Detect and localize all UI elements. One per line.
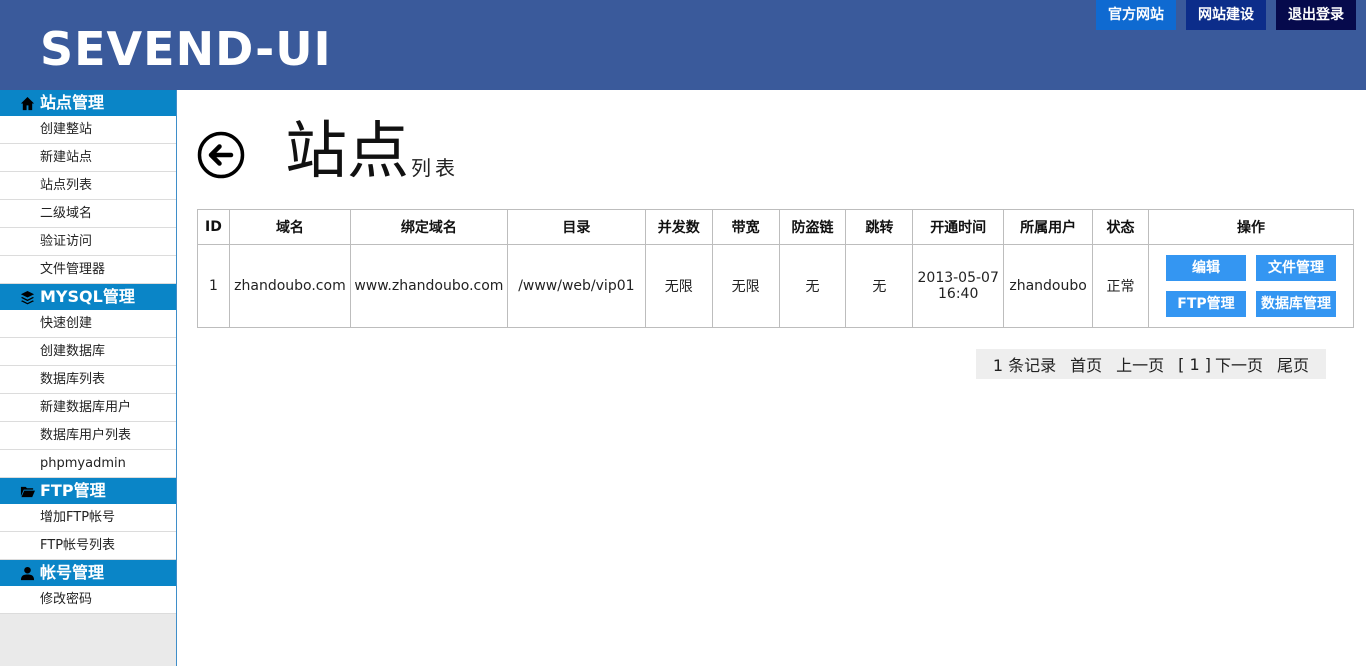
sidebar-group-title: MYSQL管理 (40, 287, 135, 306)
sidebar-item-create-database[interactable]: 创建数据库 (0, 338, 176, 366)
sidebar-item-new-db-user[interactable]: 新建数据库用户 (0, 394, 176, 422)
sidebar-group-mysql[interactable]: MYSQL管理 (0, 284, 176, 310)
logout-button[interactable]: 退出登录 (1276, 0, 1356, 30)
column-header-status: 状态 (1092, 209, 1149, 245)
cell-directory: /www/web/vip01 (506, 244, 646, 328)
cell-bandwidth: 无限 (711, 244, 780, 328)
column-header-bound-domain: 绑定域名 (349, 209, 508, 245)
layers-icon (20, 290, 35, 304)
column-header-domain: 域名 (228, 209, 351, 245)
column-header-hotlink: 防盗链 (778, 209, 847, 245)
cell-domain: zhandoubo.com (228, 244, 351, 328)
column-header-owner: 所属用户 (1003, 209, 1094, 245)
next-page-link[interactable]: 下一页 (1215, 352, 1263, 376)
ftp-manager-button[interactable]: FTP管理 (1165, 291, 1246, 317)
open-clock: 16:40 (938, 286, 979, 302)
column-header-redirect: 跳转 (845, 209, 914, 245)
sidebar-item-quick-create[interactable]: 快速创建 (0, 310, 176, 338)
column-header-directory: 目录 (506, 209, 646, 245)
table-row: 1 zhandoubo.com www.zhandoubo.com /www/w… (197, 244, 1355, 328)
sidebar-group-title: 帐号管理 (40, 563, 105, 582)
site-building-button[interactable]: 网站建设 (1186, 0, 1266, 30)
column-header-id: ID (197, 209, 230, 245)
sidebar-item-new-site[interactable]: 新建站点 (0, 144, 176, 172)
pagination: 1 条记录 首页 上一页 [ 1 ] 下一页 尾页 (975, 349, 1326, 379)
back-arrow-icon[interactable] (197, 131, 245, 179)
cell-redirect: 无 (845, 244, 914, 328)
folder-icon (20, 486, 35, 497)
column-header-open-time: 开通时间 (912, 209, 1005, 245)
official-site-button[interactable]: 官方网站 (1096, 0, 1176, 30)
sidebar-item-create-full-site[interactable]: 创建整站 (0, 116, 176, 144)
sidebar-item-db-user-list[interactable]: 数据库用户列表 (0, 422, 176, 450)
sidebar-item-database-list[interactable]: 数据库列表 (0, 366, 176, 394)
sidebar-item-file-manager[interactable]: 文件管理器 (0, 256, 176, 284)
app-logo: SEVEND-UI (40, 22, 332, 76)
sidebar-item-phpmyadmin[interactable]: phpmyadmin (0, 450, 176, 478)
page-subtitle: 列表 (411, 156, 459, 180)
user-icon (20, 566, 35, 580)
sidebar-group-site[interactable]: 站点管理 (0, 90, 176, 116)
home-icon (20, 96, 35, 110)
page-title: 站点 (285, 114, 410, 187)
top-header: SEVEND-UI 官方网站 网站建设 退出登录 (0, 0, 1366, 90)
sidebar-item-access-auth[interactable]: 验证访问 (0, 228, 176, 256)
sidebar: 站点管理 创建整站 新建站点 站点列表 二级域名 验证访问 文件管理器 MYSQ… (0, 90, 177, 666)
sidebar-item-add-ftp[interactable]: 增加FTP帐号 (0, 504, 176, 532)
sidebar-item-ftp-list[interactable]: FTP帐号列表 (0, 532, 176, 560)
cell-hotlink: 无 (778, 244, 847, 328)
prev-page-link[interactable]: 上一页 (1116, 352, 1164, 376)
first-page-link[interactable]: 首页 (1070, 352, 1102, 376)
column-header-concurrency: 并发数 (644, 209, 713, 245)
cell-owner: zhandoubo (1003, 244, 1094, 328)
file-manager-button[interactable]: 文件管理 (1255, 255, 1336, 281)
last-page-link[interactable]: 尾页 (1277, 352, 1309, 376)
column-header-actions: 操作 (1147, 209, 1355, 245)
record-count: 1 条记录 (992, 356, 1057, 375)
sidebar-group-ftp[interactable]: FTP管理 (0, 478, 176, 504)
cell-bound-domain: www.zhandoubo.com (349, 244, 508, 328)
cell-open-time: 2013-05-07 16:40 (912, 244, 1005, 328)
cell-actions: 编辑 文件管理 FTP管理 数据库管理 (1147, 244, 1355, 328)
open-date: 2013-05-07 (917, 270, 999, 286)
cell-concurrency: 无限 (644, 244, 713, 328)
page-title-row: 站点 列表 (197, 116, 797, 186)
sidebar-item-subdomain[interactable]: 二级域名 (0, 200, 176, 228)
current-page: [ 1 ] (1178, 354, 1211, 374)
edit-button[interactable]: 编辑 (1165, 255, 1246, 281)
sidebar-item-site-list[interactable]: 站点列表 (0, 172, 176, 200)
sidebar-group-title: 站点管理 (40, 93, 105, 112)
cell-status: 正常 (1092, 244, 1149, 328)
column-header-bandwidth: 带宽 (711, 209, 780, 245)
sidebar-group-title: FTP管理 (40, 481, 106, 500)
sidebar-group-account[interactable]: 帐号管理 (0, 560, 176, 586)
sidebar-item-change-password[interactable]: 修改密码 (0, 586, 176, 614)
table-header-row: ID 域名 绑定域名 目录 并发数 带宽 防盗链 跳转 开通时间 所属用户 状态… (197, 209, 1355, 245)
cell-id: 1 (197, 244, 230, 328)
database-manager-button[interactable]: 数据库管理 (1255, 291, 1336, 317)
site-table: ID 域名 绑定域名 目录 并发数 带宽 防盗链 跳转 开通时间 所属用户 状态… (197, 209, 1355, 328)
action-buttons: 编辑 文件管理 FTP管理 数据库管理 (1149, 255, 1353, 317)
